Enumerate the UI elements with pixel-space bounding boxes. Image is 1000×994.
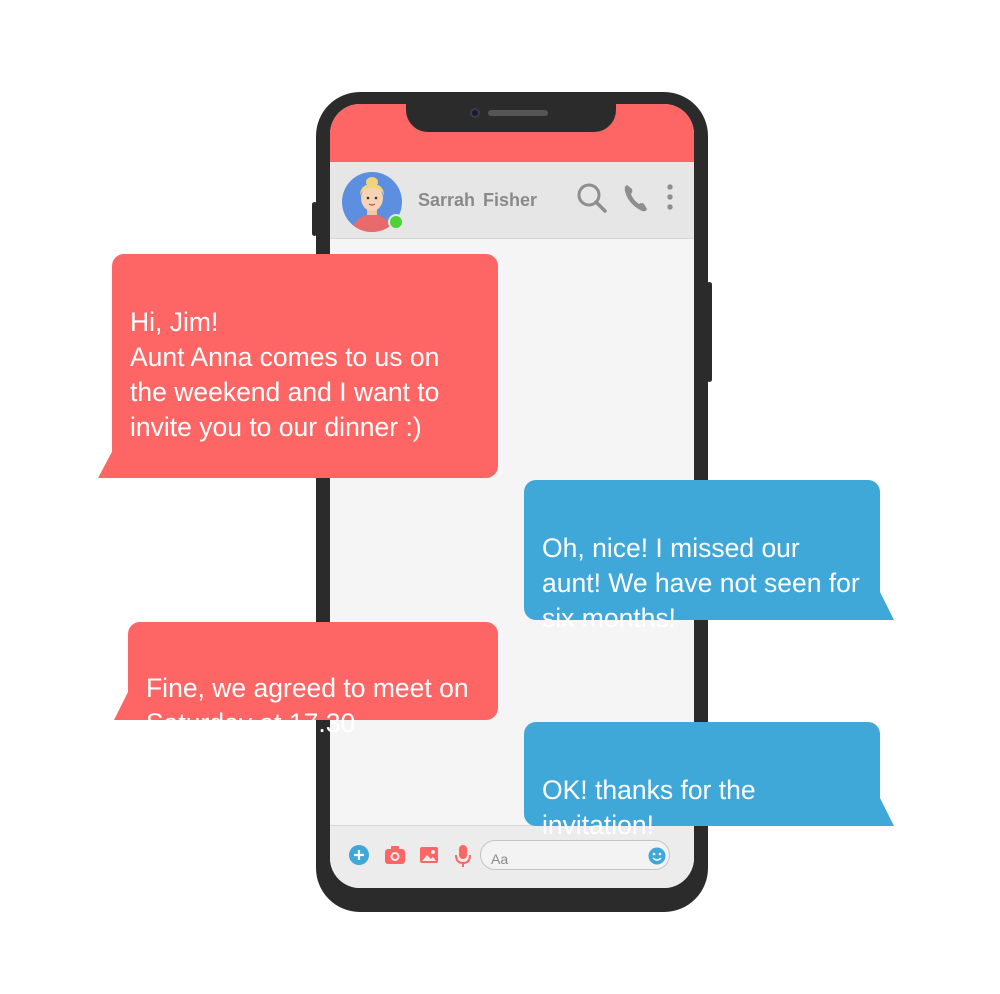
image-icon[interactable] [418, 844, 440, 866]
message-bubble-outgoing[interactable]: OK! thanks for the invitation! [524, 722, 880, 840]
bubble-tail [114, 692, 128, 720]
emoji-icon[interactable] [648, 847, 666, 865]
camera-icon[interactable] [384, 844, 406, 866]
notch [406, 104, 616, 132]
message-bubble-outgoing[interactable]: Oh, nice! I missed our aunt! We have not… [524, 480, 880, 633]
mic-icon[interactable] [452, 844, 474, 868]
search-icon[interactable] [576, 182, 608, 214]
bubble-tail [880, 592, 894, 620]
front-camera [470, 108, 480, 118]
contact-name[interactable]: Sarrah Fisher [418, 190, 537, 211]
phone-icon[interactable] [622, 182, 650, 214]
more-vert-icon[interactable] [664, 182, 676, 214]
chat-header: Sarrah Fisher [330, 162, 694, 239]
message-input[interactable] [480, 840, 670, 870]
earpiece-speaker [488, 110, 548, 116]
message-text: OK! thanks for the invitation! [542, 775, 756, 840]
add-icon[interactable] [348, 844, 370, 866]
bubble-tail [98, 448, 114, 478]
message-text: Oh, nice! I missed our aunt! We have not… [542, 533, 860, 633]
bubble-tail [880, 798, 894, 826]
online-status-dot [388, 214, 404, 230]
phone-side-button-right [707, 282, 712, 382]
phone-side-button-left [312, 202, 317, 236]
message-text: Hi, Jim! Aunt Anna comes to us on the we… [130, 307, 440, 442]
message-bubble-incoming[interactable]: Fine, we agreed to meet on Saturday at 1… [128, 622, 498, 738]
message-bubble-incoming[interactable]: Hi, Jim! Aunt Anna comes to us on the we… [112, 254, 498, 478]
